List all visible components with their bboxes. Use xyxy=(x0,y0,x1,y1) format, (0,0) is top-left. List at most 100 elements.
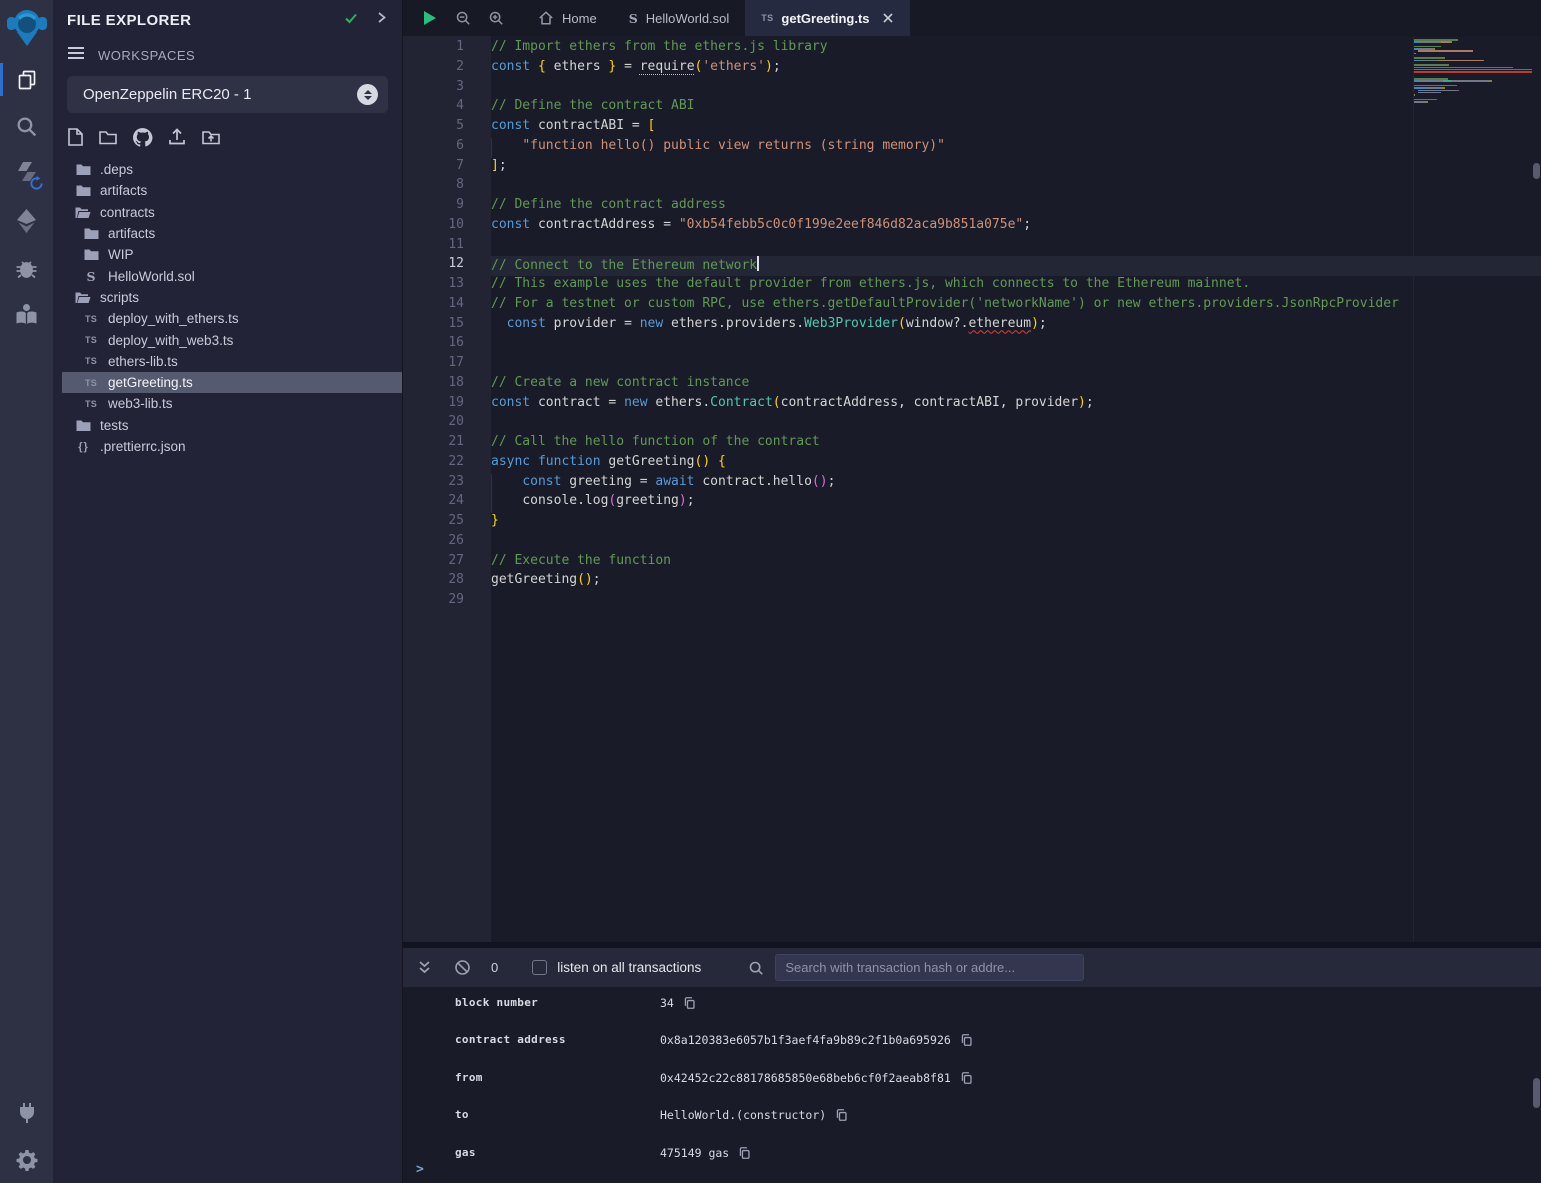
workspaces-menu-icon[interactable] xyxy=(67,46,85,65)
new-folder-icon[interactable] xyxy=(98,128,118,146)
chevron-right-icon[interactable] xyxy=(375,11,388,29)
terminal-row-from: from0x42452c22c88178685850e68beb6cf0f2ae… xyxy=(455,1071,1541,1108)
zoom-out-icon[interactable] xyxy=(455,10,471,26)
tree-item-contracts[interactable]: contracts xyxy=(62,202,402,223)
line-number: 20 xyxy=(403,414,491,434)
terminal-row-contract-address: contract address0x8a120383e6057b1f3aef4f… xyxy=(455,1033,1541,1070)
clear-console-icon[interactable] xyxy=(454,959,471,976)
tree-item-ethers-lib-ts[interactable]: TSethers-lib.ts xyxy=(62,351,402,372)
copy-icon[interactable] xyxy=(960,1071,973,1085)
home-icon xyxy=(538,10,554,26)
terminal-search-input[interactable] xyxy=(775,954,1084,981)
solidity-file-icon: S xyxy=(81,269,101,284)
line-number: 14 xyxy=(403,296,491,316)
code-line-2: const { ethers } = require('ethers'); xyxy=(491,59,1541,79)
line-number: 22 xyxy=(403,454,491,474)
editor-minimap[interactable] xyxy=(1413,36,1533,942)
line-number: 19 xyxy=(403,395,491,415)
code-line-5: const contractABI = [ xyxy=(491,118,1541,138)
copy-icon[interactable] xyxy=(960,1033,973,1047)
terminal-row-label: block number xyxy=(455,996,660,1010)
line-number: 4 xyxy=(403,98,491,118)
typescript-file-icon: TS xyxy=(81,399,101,409)
terminal-body[interactable]: block number34 contract address0x8a120383… xyxy=(403,987,1541,1183)
code-line-19: const contract = new ethers.Contract(con… xyxy=(491,395,1541,415)
code-line-10: const contractAddress = "0xb54febb5c0c0f… xyxy=(491,217,1541,237)
tree-item-deploy-with-ethers-ts[interactable]: TSdeploy_with_ethers.ts xyxy=(62,308,402,329)
tree-item-label: artifacts xyxy=(100,183,147,198)
window-scrollbar-thumb[interactable] xyxy=(1533,163,1540,179)
workspace-select[interactable]: OpenZeppelin ERC20 - 1 xyxy=(67,76,388,113)
copy-icon[interactable] xyxy=(683,996,696,1010)
tree-item-label: deploy_with_ethers.ts xyxy=(108,311,239,326)
tab-label: getGreeting.ts xyxy=(781,11,869,26)
code-line-21: // Call the hello function of the contra… xyxy=(491,434,1541,454)
tree-item-getgreeting-ts[interactable]: TSgetGreeting.ts xyxy=(62,372,402,393)
tree-item-scripts[interactable]: scripts xyxy=(62,287,402,308)
folder-icon xyxy=(73,184,93,197)
github-icon[interactable] xyxy=(132,127,153,147)
code-line-17 xyxy=(491,355,1541,375)
activity-settings[interactable] xyxy=(0,1136,53,1183)
tree-item--deps[interactable]: .deps xyxy=(62,159,402,180)
ethereum-icon xyxy=(14,208,39,234)
listen-transactions-label: listen on all transactions xyxy=(557,960,701,975)
json-file-icon: { } xyxy=(73,441,93,453)
line-number: 3 xyxy=(403,79,491,99)
activity-unit-testing[interactable] xyxy=(0,291,53,338)
activity-remix-logo[interactable] xyxy=(0,0,53,56)
tab-getgreeting-ts[interactable]: TS getGreeting.ts xyxy=(745,0,909,36)
tree-item--prettierrc-json[interactable]: { }.prettierrc.json xyxy=(62,436,402,457)
explorer-actions xyxy=(53,119,402,153)
copy-icon[interactable] xyxy=(738,1146,751,1160)
tab-home[interactable]: Home xyxy=(522,0,613,36)
tree-item-label: scripts xyxy=(100,290,139,305)
remix-ide-window: FILE EXPLORER WORKSPACES OpenZeppelin ER… xyxy=(0,0,1541,1183)
typescript-file-icon: TS xyxy=(761,13,773,23)
copy-icon[interactable] xyxy=(835,1108,848,1122)
check-icon xyxy=(343,10,359,31)
workspace-selected-value: OpenZeppelin ERC20 - 1 xyxy=(83,86,357,103)
code-line-6: "function hello() public view returns (s… xyxy=(491,138,1541,158)
code-line-4: // Define the contract ABI xyxy=(491,98,1541,118)
activity-deploy-run[interactable] xyxy=(0,197,53,244)
activity-plugin-manager[interactable] xyxy=(0,1089,53,1136)
tree-item-wip[interactable]: WIP xyxy=(62,244,402,265)
terminal-row-value: 0x42452c22c88178685850e68beb6cf0f2aeab8f… xyxy=(660,1071,973,1085)
bug-icon xyxy=(14,256,39,280)
activity-file-explorer[interactable] xyxy=(0,56,53,103)
tree-item-helloworld-sol[interactable]: SHelloWorld.sol xyxy=(62,265,402,286)
tree-item-artifacts[interactable]: artifacts xyxy=(62,223,402,244)
code-line-3 xyxy=(491,79,1541,99)
listen-transactions-checkbox[interactable] xyxy=(532,960,547,975)
line-number: 2 xyxy=(403,59,491,79)
code-line-9: // Define the contract address xyxy=(491,197,1541,217)
close-tab-icon[interactable] xyxy=(882,12,894,24)
tab-helloworld-sol[interactable]: SHelloWorld.sol xyxy=(613,0,746,36)
code-line-14: // For a testnet or custom RPC, use ethe… xyxy=(491,296,1541,316)
chevrons-down-icon[interactable] xyxy=(416,959,433,976)
tree-item-tests[interactable]: tests xyxy=(62,415,402,436)
terminal-row-value: 34 xyxy=(660,996,696,1010)
tree-item-deploy-with-web3-ts[interactable]: TSdeploy_with_web3.ts xyxy=(62,329,402,350)
run-script-button[interactable] xyxy=(421,9,438,27)
new-file-icon[interactable] xyxy=(67,127,84,147)
code-line-1: // Import ethers from the ethers.js libr… xyxy=(491,39,1541,59)
code-editor[interactable]: 1234567891011121314151617181920212223242… xyxy=(403,36,1541,942)
typescript-file-icon: TS xyxy=(81,356,101,366)
code-line-16 xyxy=(491,335,1541,355)
tree-item-web3-lib-ts[interactable]: TSweb3-lib.ts xyxy=(62,393,402,414)
terminal-scrollbar-thumb[interactable] xyxy=(1533,1078,1540,1108)
activity-search[interactable] xyxy=(0,103,53,150)
tree-item-artifacts[interactable]: artifacts xyxy=(62,180,402,201)
tree-item-label: tests xyxy=(100,418,129,433)
zoom-in-icon[interactable] xyxy=(488,10,504,26)
activity-solidity-compiler[interactable] xyxy=(0,150,53,197)
activity-debugger[interactable] xyxy=(0,244,53,291)
tree-item-label: deploy_with_web3.ts xyxy=(108,333,233,348)
search-icon xyxy=(748,960,764,976)
code-line-26 xyxy=(491,533,1541,553)
line-number: 10 xyxy=(403,217,491,237)
upload-file-icon[interactable] xyxy=(167,127,187,147)
upload-folder-icon[interactable] xyxy=(201,128,221,146)
